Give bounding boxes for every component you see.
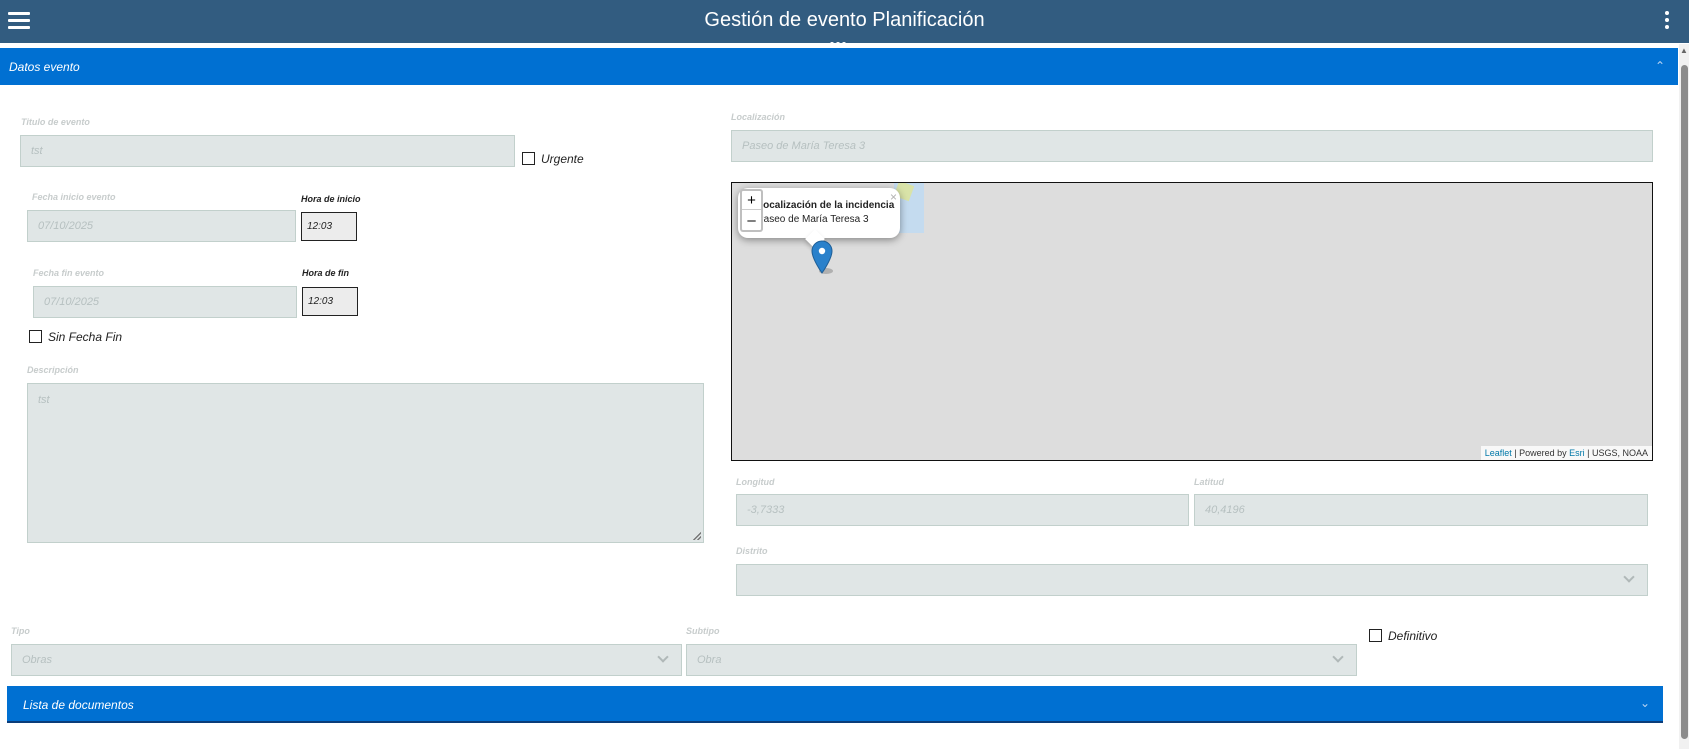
zoom-control: + –: [740, 189, 763, 232]
top-bar: Gestión de evento Planificación: [0, 0, 1689, 46]
resize-handle-icon[interactable]: [693, 532, 701, 540]
scrollbar-thumb[interactable]: [1681, 65, 1688, 739]
descripcion-textarea[interactable]: tst: [27, 383, 704, 543]
distrito-label: Distrito: [736, 546, 768, 556]
fecha-fin-input[interactable]: 07/10/2025: [33, 286, 297, 318]
chevron-down-icon[interactable]: ⌄: [1640, 696, 1650, 710]
descripcion-value: tst: [38, 394, 50, 406]
longitud-input[interactable]: -3,7333: [736, 494, 1189, 526]
definitivo-checkbox[interactable]: [1369, 629, 1382, 642]
hora-fin-label: Hora de fin: [302, 268, 350, 278]
latitud-input[interactable]: 40,4196: [1194, 494, 1648, 526]
scroll-up-arrow-icon[interactable]: ▲: [1679, 46, 1689, 56]
popup-text: Paseo de María Teresa 3: [757, 214, 869, 225]
latitud-label: Latitud: [1194, 477, 1224, 487]
chevron-up-icon[interactable]: ⌃: [1655, 59, 1665, 73]
more-dots-icon[interactable]: [830, 33, 852, 46]
map[interactable]: Localización de la incidencia Paseo de M…: [731, 182, 1653, 461]
attribution-source: | USGS, NOAA: [1584, 448, 1648, 458]
sin-fecha-fin-checkbox[interactable]: [29, 330, 42, 343]
map-marker-icon[interactable]: [811, 240, 833, 274]
close-icon[interactable]: ×: [890, 190, 897, 204]
esri-link[interactable]: Esri: [1569, 448, 1585, 458]
page-title: Gestión de evento Planificación: [704, 9, 985, 31]
titulo-label: Titulo de evento: [21, 117, 90, 127]
section-header-datos-evento[interactable]: Datos evento ⌃: [0, 48, 1678, 85]
subtipo-select[interactable]: Obra: [686, 644, 1357, 676]
section-header-lista-documentos[interactable]: Lista de documentos ⌄: [7, 686, 1663, 723]
chevron-down-icon: [1332, 651, 1344, 663]
fecha-inicio-input[interactable]: 07/10/2025: [27, 210, 296, 242]
kebab-menu-icon[interactable]: [1661, 11, 1673, 33]
attribution-text: | Powered by: [1511, 448, 1570, 458]
definitivo-label: Definitivo: [1388, 629, 1438, 643]
tipo-label: Tipo: [11, 626, 30, 636]
subtipo-value: Obra: [697, 654, 722, 666]
zoom-out-button[interactable]: –: [742, 211, 761, 230]
localizacion-label: Localización: [731, 112, 786, 122]
tipo-select[interactable]: Obras: [11, 644, 682, 676]
urgente-label: Urgente: [541, 152, 584, 166]
fecha-fin-label: Fecha fin evento: [33, 268, 105, 278]
section-title: Lista de documentos: [23, 698, 134, 712]
titulo-input[interactable]: tst: [20, 135, 515, 167]
sin-fecha-fin-label: Sin Fecha Fin: [48, 330, 123, 344]
hora-inicio-input[interactable]: 12:03: [301, 212, 357, 241]
section-title: Datos evento: [9, 60, 80, 74]
urgente-checkbox[interactable]: [522, 152, 535, 165]
zoom-in-button[interactable]: +: [742, 191, 761, 210]
tipo-value: Obras: [22, 654, 52, 666]
hora-fin-input[interactable]: 12:03: [302, 287, 358, 316]
chevron-down-icon: [1623, 571, 1635, 583]
distrito-select[interactable]: [736, 564, 1648, 596]
chevron-down-icon: [657, 651, 669, 663]
fecha-inicio-label: Fecha inicio evento: [32, 192, 116, 202]
map-attribution: Leaflet | Powered by Esri | USGS, NOAA: [1480, 446, 1652, 460]
hora-inicio-label: Hora de inicio: [301, 194, 361, 204]
descripcion-label: Descripción: [27, 365, 79, 375]
popup-title: Localización de la incidencia: [757, 200, 895, 211]
longitud-label: Longitud: [736, 477, 775, 487]
subtipo-label: Subtipo: [686, 626, 720, 636]
localizacion-input[interactable]: Paseo de María Teresa 3: [731, 130, 1653, 162]
leaflet-link[interactable]: Leaflet: [1485, 448, 1512, 458]
